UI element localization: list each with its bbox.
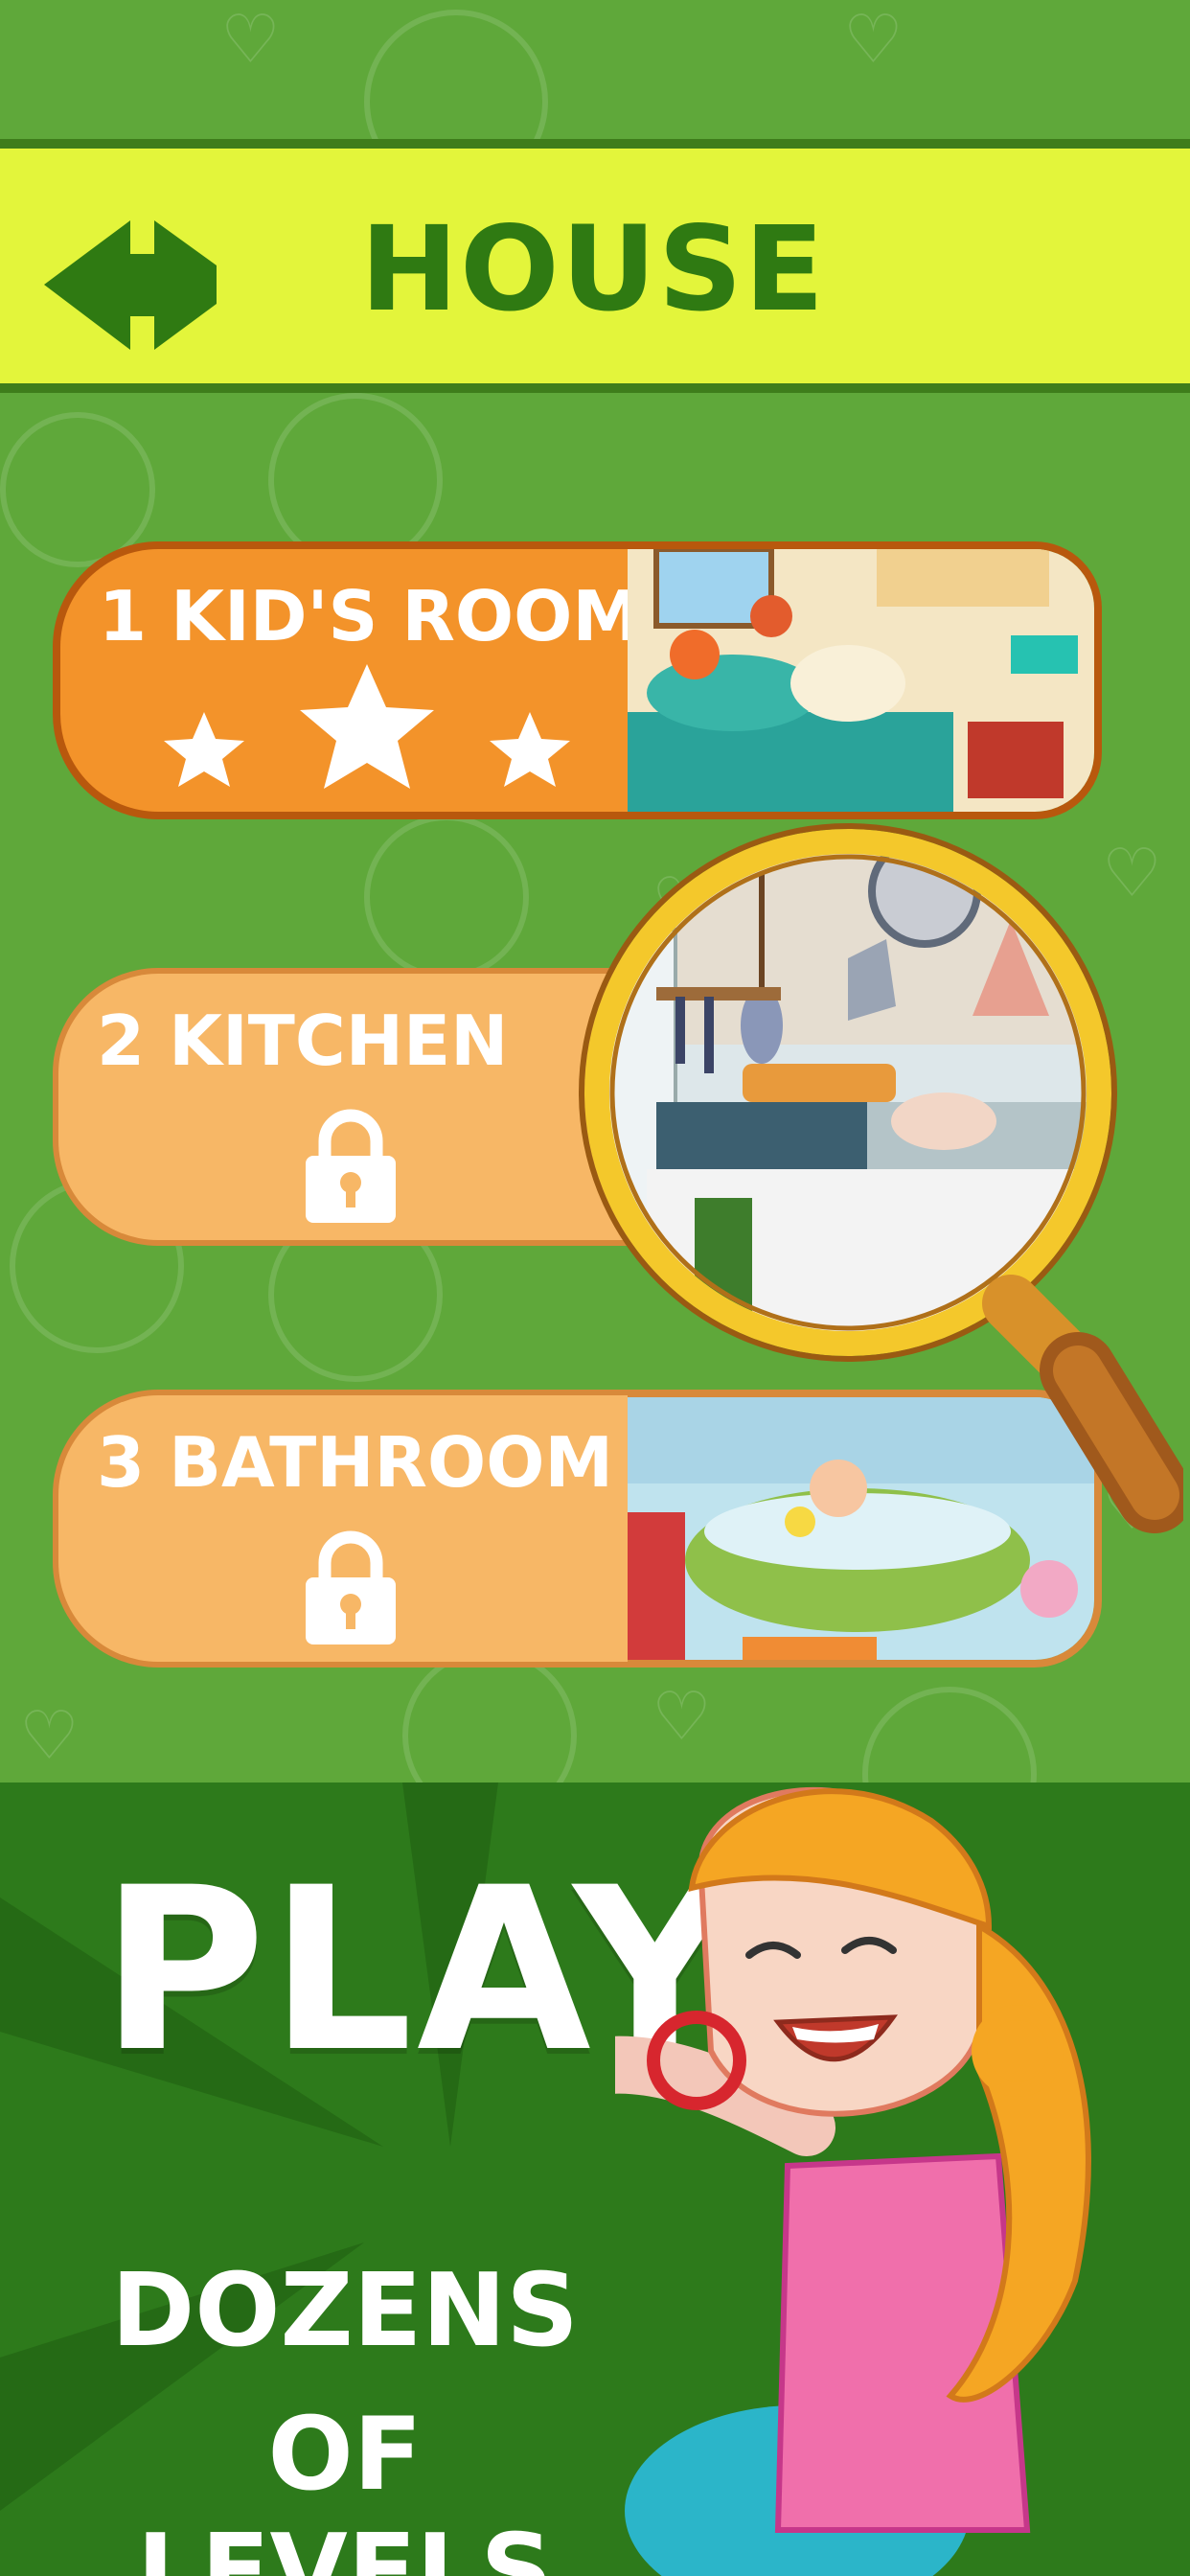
lock-icon: [306, 1530, 396, 1644]
lock-icon: [306, 1109, 396, 1223]
level-card-kids-room[interactable]: 1 KID'S ROOM: [53, 541, 1107, 819]
star-icon: [490, 712, 570, 787]
star-icon: [300, 664, 434, 789]
page-title: HOUSE: [359, 201, 827, 337]
header-bar: HOUSE: [0, 139, 1190, 393]
star-icon: [164, 712, 244, 787]
level-banner: 2 KITCHEN: [53, 968, 647, 1246]
level-label: 1 KID'S ROOM: [99, 576, 641, 656]
star-rating: [164, 664, 570, 789]
heart-pattern-icon: ♡: [220, 0, 281, 79]
level-label: 2 KITCHEN: [97, 1000, 509, 1081]
level-banner: 1 KID'S ROOM: [53, 541, 647, 819]
level-label: 3 BATHROOM: [97, 1422, 614, 1503]
plate-pattern: [402, 1648, 577, 1782]
heart-pattern-icon: ♡: [652, 1677, 712, 1756]
promo-section: PLAY DOZENS OF LEVELS: [0, 1782, 1190, 2576]
plate-pattern: [364, 815, 529, 979]
girl-character-illustration: [615, 1787, 1091, 2576]
heart-pattern-icon: ♡: [843, 0, 904, 79]
level-banner: 3 BATHROOM: [53, 1390, 647, 1668]
level-thumbnail: [628, 541, 1102, 819]
promo-line-1: DOZENS: [111, 2252, 579, 2369]
magnifier-icon: [579, 823, 1183, 1533]
plate-pattern: [862, 1687, 1037, 1782]
promo-line-2: OF LEVELS: [136, 2396, 554, 2576]
heart-pattern-icon: ♡: [19, 1696, 80, 1775]
